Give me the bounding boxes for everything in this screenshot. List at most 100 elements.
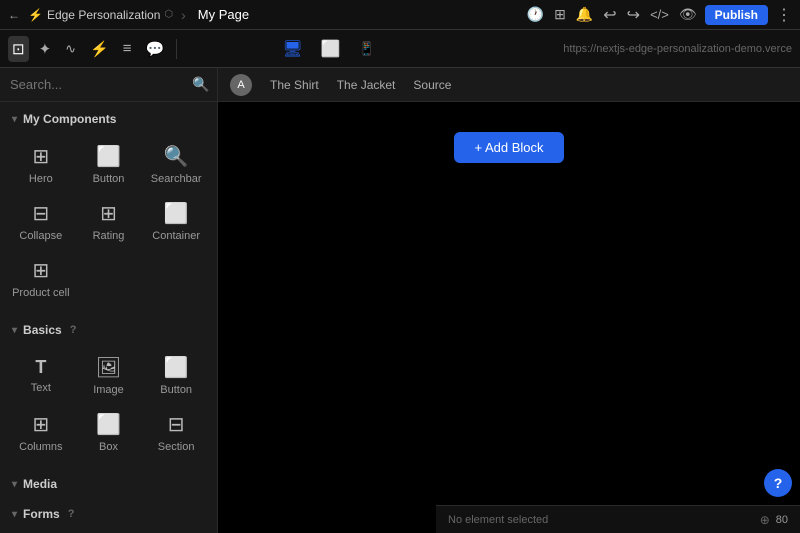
clock-icon[interactable]: 🕐 xyxy=(527,6,544,23)
mobile-icon[interactable]: 📱 xyxy=(353,38,381,60)
layers-icon[interactable]: ⊡ xyxy=(8,36,29,62)
left-tool-icons: ⊡ ✦ ∿ ⚡ ≡ 💬 xyxy=(8,36,168,62)
box-icon: ⬜ xyxy=(96,412,121,437)
button-basic-component[interactable]: ⬜ Button xyxy=(143,347,209,402)
text-component[interactable]: T Text xyxy=(8,347,74,402)
grid-icon[interactable]: ⊞ xyxy=(554,6,566,23)
main-layout: 🔍 ▾ My Components ⊞ Hero ⬜ Button 🔍 Sear… xyxy=(0,68,800,533)
my-components-label: My Components xyxy=(23,112,116,126)
chevron-down-icon: ▾ xyxy=(12,114,17,125)
canvas-tab-jacket[interactable]: The Jacket xyxy=(329,74,404,96)
media-header[interactable]: ▾ Media xyxy=(0,467,217,497)
my-components-header[interactable]: ▾ My Components xyxy=(0,102,217,132)
forms-help-icon[interactable]: ? xyxy=(68,508,75,520)
rating-label: Rating xyxy=(93,230,125,242)
search-bar: 🔍 xyxy=(0,68,217,102)
rating-icon: ⊞ xyxy=(100,201,117,226)
canvas-tab-shirt[interactable]: The Shirt xyxy=(262,74,327,96)
container-component[interactable]: ⬜ Container xyxy=(143,193,209,248)
productcell-label: Product cell xyxy=(12,287,69,299)
status-text: No element selected xyxy=(448,514,548,526)
forms-label: Forms xyxy=(23,507,60,521)
button-component[interactable]: ⬜ Button xyxy=(76,136,142,191)
bell-icon[interactable]: 🔔 xyxy=(576,6,593,23)
image-icon: 🖼 xyxy=(96,355,121,380)
collapse-component[interactable]: ⊟ Collapse xyxy=(8,193,74,248)
media-label: Media xyxy=(23,477,57,491)
section-component[interactable]: ⊟ Section xyxy=(143,404,209,459)
chevron-down-icon-basics: ▾ xyxy=(12,325,17,336)
zoom-value: 80 xyxy=(776,514,788,526)
section-icon: ⊟ xyxy=(168,412,185,437)
page-title: My Page xyxy=(198,7,249,22)
toolbar2: ⊡ ✦ ∿ ⚡ ≡ 💬 🖥 ⬜ 📱 https://nextjs-edge-pe… xyxy=(0,30,800,68)
canvas-tab-source[interactable]: Source xyxy=(405,74,459,96)
canvas-tabs: A The Shirt The Jacket Source xyxy=(218,68,800,102)
more-menu-icon[interactable]: ⋮ xyxy=(776,5,792,25)
hero-component[interactable]: ⊞ Hero xyxy=(8,136,74,191)
button-basic-icon: ⬜ xyxy=(164,355,189,380)
edge-icon: ⚡ xyxy=(28,8,43,22)
searchbar-label: Searchbar xyxy=(151,173,202,185)
zoom-icon[interactable]: ⊕ xyxy=(760,513,770,527)
container-icon: ⬜ xyxy=(164,201,189,226)
hero-icon: ⊞ xyxy=(32,144,49,169)
box-component[interactable]: ⬜ Box xyxy=(76,404,142,459)
code-header[interactable]: ▾ Code xyxy=(0,527,217,533)
image-component[interactable]: 🖼 Image xyxy=(76,347,142,402)
text-label: Text xyxy=(31,382,51,394)
redo-icon[interactable]: ↪ xyxy=(627,5,640,25)
canvas-url: https://nextjs-edge-personalization-demo… xyxy=(563,43,792,55)
list-icon[interactable]: ≡ xyxy=(119,36,136,61)
back-icon: ← xyxy=(8,8,20,22)
productcell-icon: ⊞ xyxy=(32,258,49,283)
app-name-label: ⚡ Edge Personalization ⬡ xyxy=(28,8,173,22)
canvas-content: + Add Block xyxy=(218,102,800,505)
add-block-button[interactable]: + Add Block xyxy=(454,132,563,163)
zoom-area: ⊕ 80 xyxy=(760,513,788,527)
searchbar-component[interactable]: 🔍 Searchbar xyxy=(143,136,209,191)
help-button[interactable]: ? xyxy=(764,469,792,497)
productcell-component[interactable]: ⊞ Product cell xyxy=(8,250,74,305)
rating-component[interactable]: ⊞ Rating xyxy=(76,193,142,248)
basics-help-icon[interactable]: ? xyxy=(70,324,77,336)
chevron-right-icon-forms: ▾ xyxy=(12,509,17,520)
columns-component[interactable]: ⊞ Columns xyxy=(8,404,74,459)
preview-icon[interactable]: 👁 xyxy=(679,6,697,23)
tablet-icon[interactable]: ⬜ xyxy=(315,36,347,62)
desktop-icon[interactable]: 🖥 xyxy=(276,36,308,62)
text-icon: T xyxy=(35,357,46,378)
undo-icon[interactable]: ↩ xyxy=(603,5,616,25)
search-icon[interactable]: 🔍 xyxy=(192,76,209,93)
link-icon: ⬡ xyxy=(164,9,173,20)
code-icon[interactable]: </> xyxy=(650,7,669,22)
hero-label: Hero xyxy=(29,173,53,185)
sidebar: 🔍 ▾ My Components ⊞ Hero ⬜ Button 🔍 Sear… xyxy=(0,68,218,533)
components-icon[interactable]: ✦ xyxy=(35,36,56,62)
topbar: ← ⚡ Edge Personalization ⬡ › My Page 🕐 ⊞… xyxy=(0,0,800,30)
back-button[interactable]: ← xyxy=(8,8,20,22)
collapse-icon: ⊟ xyxy=(32,201,49,226)
publish-button[interactable]: Publish xyxy=(705,5,768,25)
my-components-grid: ⊞ Hero ⬜ Button 🔍 Searchbar ⊟ Collapse ⊞… xyxy=(0,132,217,313)
search-input[interactable] xyxy=(10,77,186,92)
box-label: Box xyxy=(99,441,118,453)
searchbar-icon: 🔍 xyxy=(164,144,189,169)
button-label: Button xyxy=(93,173,125,185)
basics-label: Basics xyxy=(23,323,62,337)
basics-header[interactable]: ▾ Basics ? xyxy=(0,313,217,343)
button-icon: ⬜ xyxy=(96,144,121,169)
container-label: Container xyxy=(152,230,200,242)
columns-icon: ⊞ xyxy=(32,412,49,437)
lightning-icon[interactable]: ⚡ xyxy=(86,36,113,62)
section-label: Section xyxy=(158,441,195,453)
analytics-icon[interactable]: ∿ xyxy=(61,37,80,61)
forms-header[interactable]: ▾ Forms ? xyxy=(0,497,217,527)
button-basic-label: Button xyxy=(160,384,192,396)
canvas: A The Shirt The Jacket Source + Add Bloc… xyxy=(218,68,800,533)
chat-icon[interactable]: 💬 xyxy=(142,36,169,62)
device-icons: 🖥 ⬜ 📱 xyxy=(276,36,380,62)
avatar: A xyxy=(230,74,252,96)
top-icons-group: 🕐 ⊞ 🔔 ↩ ↪ </> 👁 xyxy=(527,5,697,25)
collapse-label: Collapse xyxy=(19,230,62,242)
